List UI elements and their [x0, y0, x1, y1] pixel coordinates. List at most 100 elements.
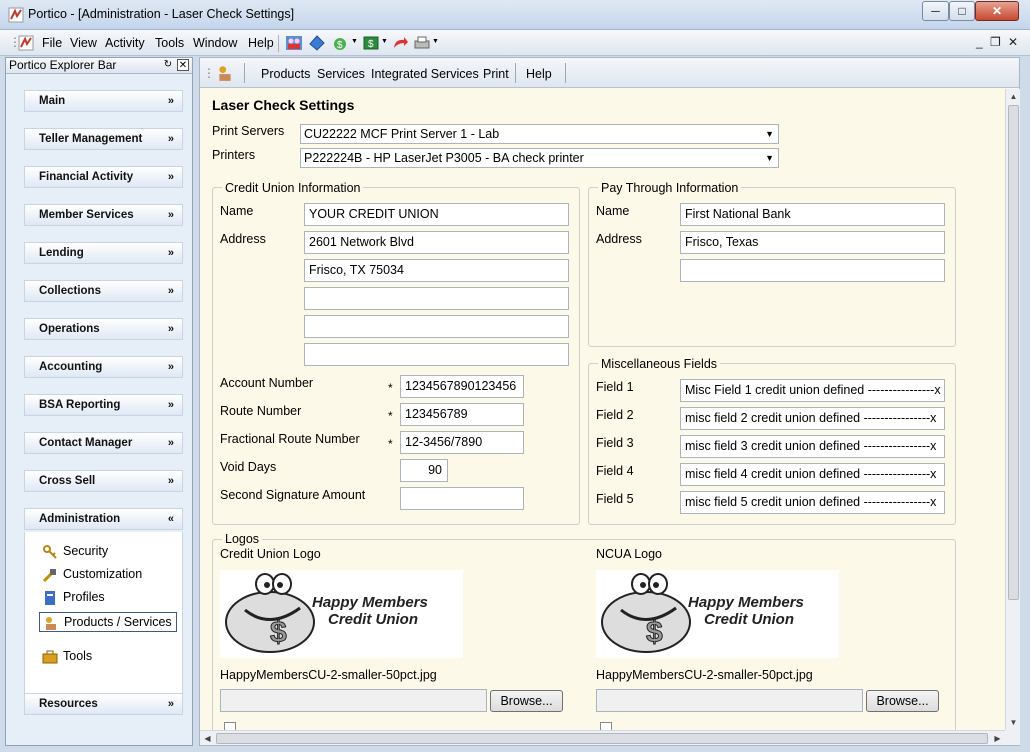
cu-address-line-4[interactable] [304, 315, 569, 338]
scroll-up-icon[interactable]: ▲ [1006, 89, 1021, 104]
chevron-down-icon[interactable]: » [168, 129, 174, 149]
portico-app-icon[interactable] [8, 7, 24, 23]
nav-group-financial-activity[interactable]: Financial Activity » [24, 166, 183, 188]
menu-tools[interactable]: Tools [155, 36, 184, 50]
nav-group-accounting[interactable]: Accounting » [24, 356, 183, 378]
second-signature-input[interactable] [400, 487, 524, 510]
pay-through-address-line-2[interactable] [680, 259, 945, 282]
chevron-down-icon[interactable]: » [168, 167, 174, 187]
misc-field-5-input[interactable]: misc field 5 credit union defined ------… [680, 491, 945, 514]
dollar-note-icon[interactable]: $ [362, 34, 380, 52]
people-icon[interactable] [285, 34, 303, 52]
void-days-input[interactable]: 90 [400, 459, 448, 482]
ncua-logo-browse-button[interactable]: Browse... [866, 690, 939, 712]
dropdown-arrow-icon[interactable]: ▼ [432, 38, 439, 45]
misc-field-2-input[interactable]: misc field 2 credit union defined ------… [680, 407, 945, 430]
nav-group-operations[interactable]: Operations » [24, 318, 183, 340]
misc-field-4-input[interactable]: misc field 4 credit union defined ------… [680, 463, 945, 486]
misc-field-1-input[interactable]: Misc Field 1 credit union defined ------… [680, 379, 945, 402]
menu-file[interactable]: File [42, 36, 62, 50]
dropdown-arrow-icon[interactable]: ▼ [765, 149, 774, 167]
chevron-down-icon[interactable]: » [168, 433, 174, 453]
nav-group-bsa-reporting[interactable]: BSA Reporting » [24, 394, 183, 416]
explorer-close-icon[interactable]: ✕ [177, 59, 189, 71]
cu-logo-browse-button[interactable]: Browse... [490, 690, 563, 712]
ncua-logo-checkbox[interactable] [600, 722, 612, 730]
portico-menu-icon[interactable] [18, 35, 34, 51]
nav-group-collections[interactable]: Collections » [24, 280, 183, 302]
vertical-scroll-thumb[interactable] [1008, 105, 1019, 600]
chevron-down-icon[interactable]: » [168, 205, 174, 225]
admin-item-security[interactable]: Security [39, 542, 177, 562]
admin-item-tools[interactable]: Tools [39, 647, 177, 667]
account-number-input[interactable]: 1234567890123456 [400, 375, 524, 398]
cu-name-input[interactable]: YOUR CREDIT UNION [304, 203, 569, 226]
horizontal-scrollbar[interactable]: ◀ ▶ [200, 730, 1005, 745]
nav-group-cross-sell[interactable]: Cross Sell » [24, 470, 183, 492]
fractional-route-input[interactable]: 12-3456/7890 [400, 431, 524, 454]
menu-window[interactable]: Window [193, 36, 237, 50]
vertical-scrollbar[interactable]: ▲ ▼ [1005, 89, 1020, 730]
toolbar-print[interactable]: Print [483, 67, 509, 81]
chevron-down-icon[interactable]: » [168, 319, 174, 339]
nav-group-contact-manager[interactable]: Contact Manager » [24, 432, 183, 454]
chevron-up-icon[interactable]: « [168, 509, 174, 529]
money-icon[interactable] [308, 34, 326, 52]
products-icon[interactable] [216, 64, 234, 82]
scroll-right-icon[interactable]: ▶ [990, 731, 1005, 746]
pin-icon[interactable]: ↻ [162, 59, 174, 71]
chevron-down-icon[interactable]: » [168, 357, 174, 377]
menu-view[interactable]: View [70, 36, 97, 50]
pay-through-name-input[interactable]: First National Bank [680, 203, 945, 226]
admin-item-products-services[interactable]: Products / Services [39, 612, 177, 632]
toolbar-services[interactable]: Services [317, 67, 365, 81]
menu-activity[interactable]: Activity [105, 36, 145, 50]
toolbar-integrated-services[interactable]: Integrated Services [371, 67, 479, 81]
nav-group-label: Lending [39, 247, 84, 259]
nav-group-member-services[interactable]: Member Services » [24, 204, 183, 226]
misc-field-3-input[interactable]: misc field 3 credit union defined ------… [680, 435, 945, 458]
cu-address-line-3[interactable] [304, 287, 569, 310]
dropdown-arrow-icon[interactable]: ▼ [765, 125, 774, 143]
cu-address-line-1[interactable]: 2601 Network Blvd [304, 231, 569, 254]
chevron-down-icon[interactable]: » [168, 243, 174, 263]
chevron-down-icon[interactable]: » [168, 471, 174, 491]
chevron-down-icon[interactable]: » [168, 395, 174, 415]
admin-item-profiles[interactable]: Profiles [39, 588, 177, 608]
horizontal-scroll-thumb[interactable] [216, 733, 988, 744]
mdi-restore-button[interactable]: ❐ [990, 35, 1001, 49]
toolbar-help[interactable]: Help [526, 67, 552, 81]
nav-group-teller-management[interactable]: Teller Management » [24, 128, 183, 150]
printer-icon[interactable] [413, 34, 431, 52]
chevron-down-icon[interactable]: » [168, 281, 174, 301]
cash-icon[interactable]: $ [332, 34, 350, 52]
window-close-button[interactable]: ✕ [975, 1, 1019, 21]
nav-group-main[interactable]: Main » [24, 90, 183, 112]
scroll-left-icon[interactable]: ◀ [200, 731, 215, 746]
toolbar-products[interactable]: Products [261, 67, 310, 81]
mdi-close-button[interactable]: ✕ [1008, 35, 1018, 49]
route-number-input[interactable]: 123456789 [400, 403, 524, 426]
dropdown-arrow-icon[interactable]: ▼ [351, 38, 358, 45]
scroll-down-icon[interactable]: ▼ [1006, 715, 1021, 730]
admin-item-customization[interactable]: Customization [39, 565, 177, 585]
cu-address-line-5[interactable] [304, 343, 569, 366]
mdi-minimize-button[interactable]: _ [976, 35, 983, 49]
printer-select[interactable]: P222224B - HP LaserJet P3005 - BA check … [300, 148, 779, 168]
cu-address-line-2[interactable]: Frisco, TX 75034 [304, 259, 569, 282]
cu-logo-path-input[interactable] [220, 689, 487, 712]
chevron-down-icon[interactable]: » [168, 694, 174, 714]
redo-arrow-icon[interactable] [391, 34, 409, 52]
print-server-select[interactable]: CU22222 MCF Print Server 1 - Lab ▼ [300, 124, 779, 144]
window-minimize-button[interactable]: ─ [922, 1, 949, 21]
chevron-down-icon[interactable]: » [168, 91, 174, 111]
cu-logo-checkbox[interactable] [224, 722, 236, 730]
ncua-logo-path-input[interactable] [596, 689, 863, 712]
menu-help[interactable]: Help [248, 36, 274, 50]
pay-through-address-line-1[interactable]: Frisco, Texas [680, 231, 945, 254]
nav-group-resources[interactable]: Resources » [24, 693, 183, 715]
window-maximize-button[interactable]: □ [949, 1, 975, 21]
nav-group-administration[interactable]: Administration « [24, 508, 183, 530]
dropdown-arrow-icon[interactable]: ▼ [381, 38, 388, 45]
nav-group-lending[interactable]: Lending » [24, 242, 183, 264]
